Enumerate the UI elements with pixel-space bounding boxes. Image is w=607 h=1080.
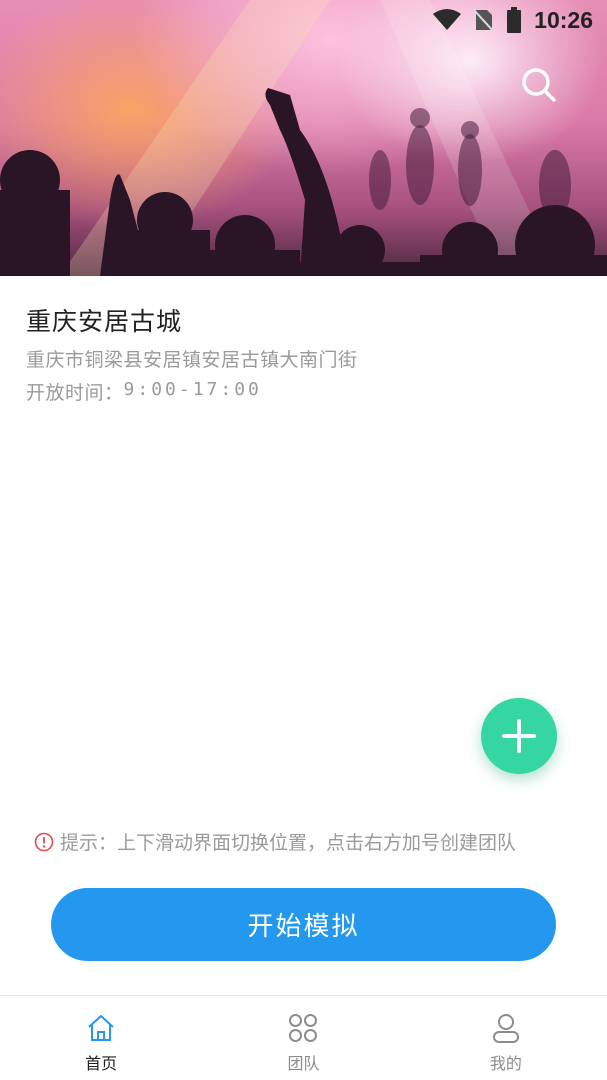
hero-image (0, 0, 607, 276)
open-hours: 开放时间： 9:00-17:00 (26, 378, 262, 405)
plus-icon (502, 719, 536, 753)
alert-icon (34, 832, 54, 851)
tip-text: 提示：上下滑动界面切换位置，点击右方加号创建团队 (60, 832, 517, 854)
nav-label-team: 团队 (287, 1054, 320, 1073)
nav-item-home[interactable]: 首页 (0, 996, 202, 1080)
status-time: 10:26 (534, 6, 593, 33)
status-bar: 10:26 (0, 0, 607, 40)
search-icon (522, 68, 556, 102)
no-sim-icon (474, 8, 495, 32)
nav-label-home: 首页 (85, 1054, 118, 1073)
nav-label-profile: 我的 (489, 1054, 522, 1073)
nav-item-team[interactable]: 团队 (202, 996, 404, 1080)
create-team-button[interactable] (481, 698, 557, 774)
battery-icon (506, 7, 522, 33)
start-simulation-button[interactable]: 开始模拟 (51, 888, 556, 961)
place-address: 重庆市铜梁县安居镇安居古镇大南门街 (26, 349, 358, 371)
tip-message: 提示：上下滑动界面切换位置，点击右方加号创建团队 (34, 828, 516, 855)
nav-item-profile[interactable]: 我的 (405, 996, 607, 1080)
concert-crowd-illustration (0, 0, 607, 276)
home-icon (88, 1015, 114, 1041)
profile-icon (492, 1014, 519, 1043)
search-button[interactable] (516, 62, 562, 108)
place-title: 重庆安居古城 (26, 307, 183, 336)
team-icon (289, 1014, 318, 1042)
wifi-icon (432, 8, 462, 32)
bottom-nav: 首页 团队 我的 (0, 995, 607, 1080)
open-hours-value: 9:00-17:00 (123, 379, 262, 400)
open-hours-label: 开放时间： (26, 382, 124, 404)
